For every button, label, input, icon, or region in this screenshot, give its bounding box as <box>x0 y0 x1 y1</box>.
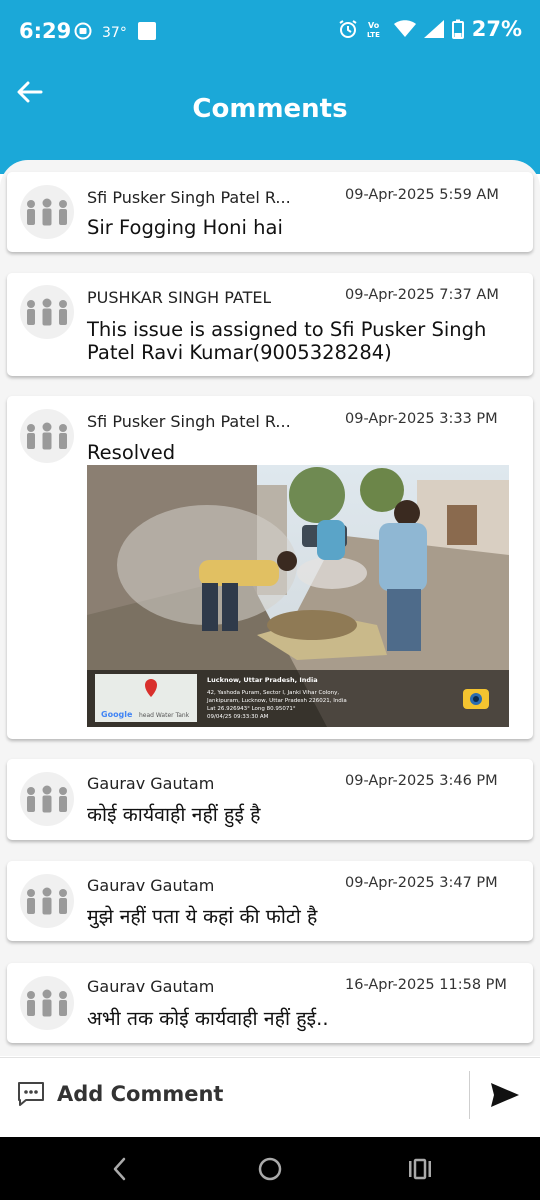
svg-text:LTE: LTE <box>367 31 380 39</box>
avatar <box>20 874 74 928</box>
comment-photo[interactable]: Google head Water Tank Lucknow, Uttar Pr… <box>87 465 509 727</box>
comment-author: Sfi Pusker Singh Patel R... <box>87 412 291 431</box>
comment-text: कोई कार्यवाही नहीं हुई है <box>87 803 261 826</box>
app-header: Comments <box>0 64 540 174</box>
map-label-2: head Water Tank <box>139 712 190 719</box>
comment-card: Gaurav Gautam 09-Apr-2025 3:46 PM कोई का… <box>7 759 533 840</box>
avatar <box>20 285 74 339</box>
temperature-text: 37° <box>102 25 127 41</box>
comment-date: 09-Apr-2025 3:33 PM <box>345 411 498 427</box>
photo-address-1: 42, Yashoda Puram, Sector I, Janki Vihar… <box>207 690 339 696</box>
user-group-icon <box>27 298 67 326</box>
comment-date: 09-Apr-2025 3:46 PM <box>345 773 498 789</box>
send-button[interactable] <box>486 1078 524 1112</box>
comment-text: Sir Fogging Honi hai <box>87 216 283 239</box>
home-nav-icon <box>258 1157 282 1181</box>
map-label: Google <box>101 710 133 719</box>
comment-card: PUSHKAR SINGH PATEL 09-Apr-2025 7:37 AM … <box>7 273 533 376</box>
avatar <box>20 185 74 239</box>
photo-coords: Lat 26.926943° Long 80.95071° <box>207 706 296 712</box>
comment-date: 09-Apr-2025 3:47 PM <box>345 875 498 891</box>
photo-address-2: Jankipuram, Lucknow, Uttar Pradesh 22602… <box>206 698 347 704</box>
volte-icon: Vo LTE <box>366 19 386 39</box>
comments-list[interactable]: Sfi Pusker Singh Patel R... 09-Apr-2025 … <box>0 160 540 1056</box>
avatar <box>20 409 74 463</box>
photo-location-title: Lucknow, Uttar Pradesh, India <box>207 676 318 684</box>
battery-percent: 27% <box>471 17 522 41</box>
comment-text: मुझे नहीं पता ये कहां की फोटो है <box>87 905 318 928</box>
notification-square-icon <box>137 21 157 45</box>
user-group-icon <box>27 785 67 813</box>
comment-text: अभी तक कोई कार्यवाही नहीं हुई.. <box>87 1007 329 1030</box>
svg-text:Vo: Vo <box>368 21 380 30</box>
nav-recents-button[interactable] <box>405 1155 435 1183</box>
user-group-icon <box>27 422 67 450</box>
nav-home-button[interactable] <box>255 1155 285 1183</box>
user-group-icon <box>27 887 67 915</box>
user-group-icon <box>27 989 67 1017</box>
system-nav-bar <box>0 1137 540 1200</box>
comment-author: Gaurav Gautam <box>87 977 215 996</box>
status-bar: 6:29 37° Vo LTE 27% <box>0 0 540 64</box>
comment-date: 16-Apr-2025 11:58 PM <box>345 977 507 993</box>
avatar <box>20 976 74 1030</box>
comment-input-bar: Add Comment <box>0 1057 540 1137</box>
comment-date: 09-Apr-2025 7:37 AM <box>345 287 499 303</box>
wifi-icon <box>393 20 416 38</box>
back-nav-icon <box>113 1157 126 1181</box>
comment-author: Gaurav Gautam <box>87 774 215 793</box>
signal-icon <box>423 20 444 38</box>
comment-input[interactable]: Add Comment <box>57 1082 223 1106</box>
nav-back-button[interactable] <box>105 1155 135 1183</box>
comment-text: Resolved <box>87 441 176 464</box>
status-time: 6:29 <box>19 19 72 43</box>
camera-logo-icon <box>463 689 489 709</box>
battery-icon <box>451 19 464 39</box>
comment-author: Sfi Pusker Singh Patel R... <box>87 188 291 207</box>
comment-text: This issue is assigned to Sfi Pusker Sin… <box>87 318 487 364</box>
page-title: Comments <box>192 94 348 124</box>
comment-card: Gaurav Gautam 16-Apr-2025 11:58 PM अभी त… <box>7 963 533 1043</box>
photo-timestamp: 09/04/25 09:33:30 AM <box>207 714 269 720</box>
comment-date: 09-Apr-2025 5:59 AM <box>345 187 499 203</box>
comment-card: Gaurav Gautam 09-Apr-2025 3:47 PM मुझे न… <box>7 861 533 941</box>
avatar <box>20 772 74 826</box>
comment-bubble-icon <box>16 1080 46 1112</box>
alarm-icon <box>338 19 358 39</box>
camera-app-icon <box>74 22 92 44</box>
comment-author: Gaurav Gautam <box>87 876 215 895</box>
comment-card: Sfi Pusker Singh Patel R... 09-Apr-2025 … <box>7 396 533 739</box>
user-group-icon <box>27 198 67 226</box>
comment-card: Sfi Pusker Singh Patel R... 09-Apr-2025 … <box>7 172 533 252</box>
recents-nav-icon <box>409 1158 431 1180</box>
divider <box>469 1071 470 1119</box>
send-icon <box>491 1083 519 1107</box>
comment-author: PUSHKAR SINGH PATEL <box>87 288 272 307</box>
